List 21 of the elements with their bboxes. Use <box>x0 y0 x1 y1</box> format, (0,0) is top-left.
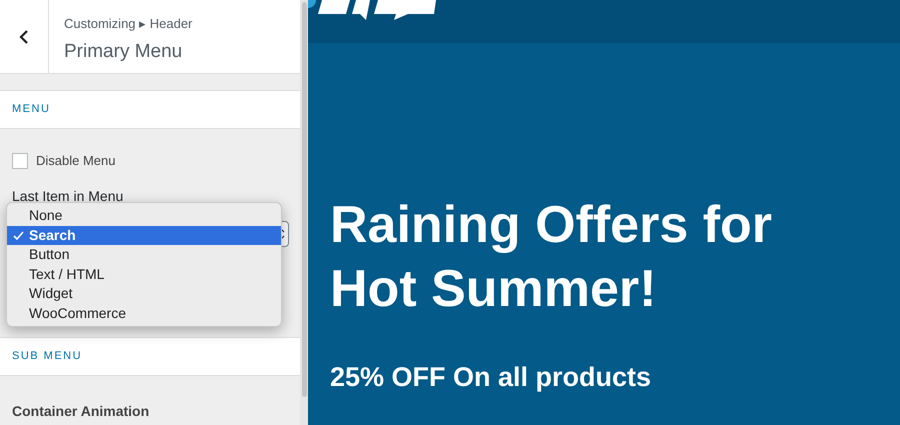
menu-item[interactable]: WooCommerce <box>7 304 281 323</box>
checkbox-label: Disable Menu <box>36 152 116 170</box>
hero-headline: Raining Offers for <box>330 195 774 256</box>
hero-subline: 25% OFF On all products <box>330 361 652 394</box>
checkbox[interactable] <box>12 152 28 169</box>
menu-item[interactable]: Text / HTML <box>7 264 281 284</box>
menu-item[interactable]: Search <box>7 226 281 245</box>
section-heading: SUB MENU <box>12 349 82 364</box>
menu-item[interactable]: Button <box>7 245 281 264</box>
field-label: Last Item in Menu <box>12 186 124 206</box>
breadcrumb: Customizing ▸ Header <box>64 15 192 33</box>
logo-icon <box>308 0 438 20</box>
menu-item[interactable]: Widget <box>7 284 281 304</box>
menu-item[interactable]: None <box>7 206 281 226</box>
scrollbar-thumb[interactable] <box>302 2 306 397</box>
chevron-left-icon <box>19 28 29 44</box>
field-label: Container Animation <box>12 402 150 421</box>
hero-headline: Hot Summer! <box>330 259 658 320</box>
section-heading: MENU <box>12 102 50 118</box>
check-icon <box>13 230 24 240</box>
panel-title: Primary Menu <box>64 40 184 64</box>
